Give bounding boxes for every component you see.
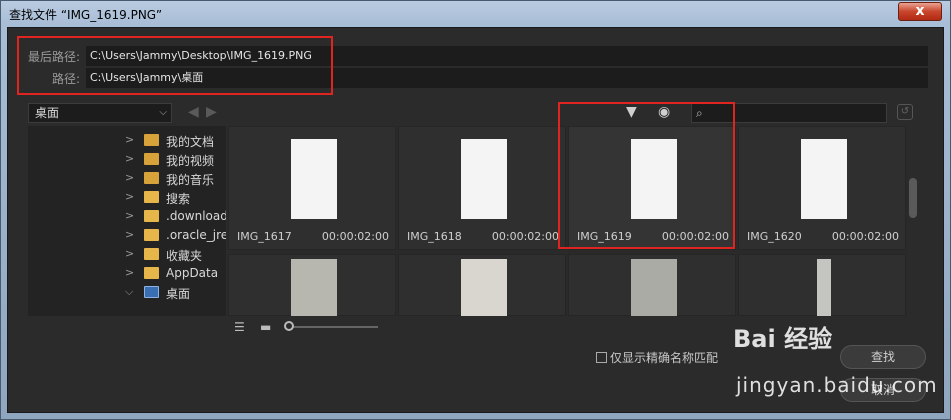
thumbnail xyxy=(461,139,507,219)
location-dropdown-value: 桌面 xyxy=(35,106,60,120)
chevron-down-icon: ⌵ xyxy=(159,107,167,118)
selected-tile-highlight-box xyxy=(558,102,735,249)
videos-folder-icon xyxy=(144,153,159,165)
thumbnail xyxy=(291,259,337,316)
thumbnail xyxy=(291,139,337,219)
path-highlight-box xyxy=(17,36,333,95)
grid-vertical-scrollbar[interactable] xyxy=(909,178,917,218)
close-button[interactable]: x xyxy=(898,2,942,21)
folder-icon xyxy=(144,229,159,241)
expand-arrow-icon[interactable]: > xyxy=(125,152,134,165)
checkbox-icon[interactable] xyxy=(596,352,607,363)
forward-arrow-icon[interactable]: ▶ xyxy=(206,104,217,120)
zoom-slider-knob[interactable] xyxy=(284,321,294,331)
window-title: 查找文件 “IMG_1619.PNG” xyxy=(9,8,163,22)
tree-item-label: .oracle_jre xyxy=(166,228,226,242)
tree-item-label: 我的音乐 xyxy=(166,173,215,187)
exact-match-checkbox[interactable]: 仅显示精确名称匹配 xyxy=(596,349,718,366)
tree-item[interactable]: > 收藏夹 xyxy=(28,245,218,264)
file-name: IMG_1618 xyxy=(407,230,462,243)
collapse-arrow-icon[interactable]: ⌵ xyxy=(125,285,133,299)
watermark-url: jingyan.baidu.com xyxy=(736,373,938,397)
file-tile[interactable]: IMG_1617 00:00:02:00 xyxy=(228,126,396,250)
tree-item[interactable]: > 我的音乐 xyxy=(28,169,218,188)
tree-item-label: AppData xyxy=(166,266,219,280)
expand-arrow-icon[interactable]: > xyxy=(125,133,134,146)
search-folder-icon xyxy=(144,191,159,203)
location-dropdown[interactable]: 桌面 ⌵ xyxy=(28,103,172,123)
tree-item-selected[interactable]: ⌵ 桌面 xyxy=(28,283,218,302)
file-tile[interactable] xyxy=(568,254,736,316)
tree-item-label: 搜索 xyxy=(166,192,191,206)
file-tile[interactable] xyxy=(228,254,396,316)
folder-tree: > 我的文档 > 我的视频 > 我的音乐 > 搜索 > .download > … xyxy=(28,126,226,316)
reset-icon[interactable]: ↺ xyxy=(897,104,913,120)
file-duration: 00:00:02:00 xyxy=(831,230,899,243)
tree-item-label: 收藏夹 xyxy=(166,249,203,263)
tree-item-label: 我的文档 xyxy=(166,135,215,149)
thumbnail xyxy=(631,259,677,316)
tree-item[interactable]: > .oracle_jre xyxy=(28,226,226,245)
tree-item[interactable]: > 我的文档 xyxy=(28,131,218,150)
watermark-logo: Bai 经验 xyxy=(733,325,833,353)
expand-arrow-icon[interactable]: > xyxy=(125,266,134,279)
expand-arrow-icon[interactable]: > xyxy=(125,171,134,184)
tree-item[interactable]: > .download xyxy=(28,207,226,226)
tree-item[interactable]: > 我的视频 xyxy=(28,150,218,169)
file-tile[interactable]: IMG_1618 00:00:02:00 xyxy=(398,126,566,250)
tree-item[interactable]: > 搜索 xyxy=(28,188,218,207)
folder-icon xyxy=(144,267,159,279)
tree-item-label: 桌面 xyxy=(166,287,191,301)
tree-item-label: 我的视频 xyxy=(166,154,215,168)
thumbnail xyxy=(461,259,507,316)
expand-arrow-icon[interactable]: > xyxy=(125,190,134,203)
back-arrow-icon[interactable]: ◀ xyxy=(188,104,199,120)
title-bar[interactable]: 查找文件 “IMG_1619.PNG” x xyxy=(1,1,950,27)
list-view-icon[interactable]: ☰ xyxy=(234,320,245,334)
find-file-window: 查找文件 “IMG_1619.PNG” x 最后路径: C:\Users\Jam… xyxy=(0,0,951,420)
exact-match-label: 仅显示精确名称匹配 xyxy=(610,351,719,365)
zoom-slider[interactable] xyxy=(290,326,378,328)
expand-arrow-icon[interactable]: > xyxy=(125,209,134,222)
file-tile[interactable] xyxy=(398,254,566,316)
expand-arrow-icon[interactable]: > xyxy=(125,228,134,241)
expand-arrow-icon[interactable]: > xyxy=(125,247,134,260)
documents-folder-icon xyxy=(144,134,159,146)
tree-item-label: .download xyxy=(166,209,226,223)
folder-icon xyxy=(144,210,159,222)
thumbnail xyxy=(801,139,847,219)
file-duration: 00:00:02:00 xyxy=(491,230,559,243)
desktop-folder-icon xyxy=(144,286,159,298)
music-folder-icon xyxy=(144,172,159,184)
thumbnail xyxy=(817,259,831,316)
icon-view-icon[interactable]: ▬ xyxy=(260,320,271,334)
file-name: IMG_1617 xyxy=(237,230,292,243)
file-tile[interactable]: IMG_1620 00:00:02:00 xyxy=(738,126,906,250)
file-name: IMG_1620 xyxy=(747,230,802,243)
file-duration: 00:00:02:00 xyxy=(321,230,389,243)
file-tile[interactable] xyxy=(738,254,906,316)
favorites-folder-icon xyxy=(144,248,159,260)
tree-item[interactable]: > AppData xyxy=(28,264,218,283)
